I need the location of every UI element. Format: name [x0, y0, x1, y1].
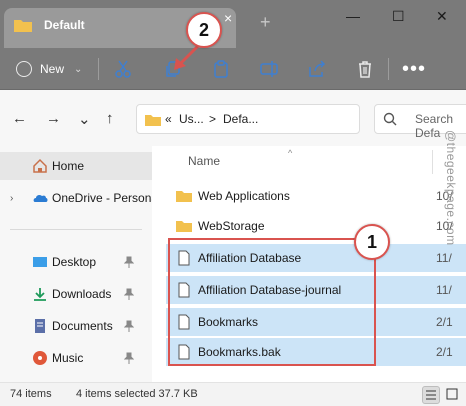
- pin-icon: [124, 256, 134, 268]
- toolbar-divider: [98, 58, 99, 80]
- watermark: @thegeekpage.com: [444, 130, 458, 246]
- tab-title: Default: [44, 18, 85, 32]
- file-name: WebStorage: [198, 219, 265, 233]
- step-badge-2: 2: [186, 12, 222, 48]
- address-row: ← → ⌄ ↑ « Us... > Defa... Search Defa: [0, 90, 466, 146]
- breadcrumb-users[interactable]: Us...: [179, 112, 204, 126]
- recent-locations-chevron-icon[interactable]: ⌄: [78, 110, 91, 128]
- tiles-view-button[interactable]: [444, 386, 462, 404]
- details-view-button[interactable]: [422, 386, 440, 404]
- sidebar-item-label: Home: [52, 159, 85, 173]
- onedrive-icon: [33, 194, 48, 202]
- folder-icon: [176, 221, 192, 232]
- breadcrumb-default[interactable]: Defa...: [223, 112, 258, 126]
- sidebar-item-downloads[interactable]: Downloads: [0, 280, 152, 308]
- title-bar: Default × + — ☐ ✕: [0, 0, 466, 48]
- close-button[interactable]: ✕: [436, 8, 448, 25]
- back-button[interactable]: ←: [12, 110, 27, 127]
- new-label: New: [40, 62, 65, 76]
- paste-icon[interactable]: [210, 58, 232, 80]
- breadcrumb-separator: >: [209, 112, 217, 126]
- tiles-view-icon: [446, 388, 458, 400]
- column-divider[interactable]: [432, 150, 433, 174]
- home-icon: [33, 158, 47, 173]
- up-button[interactable]: ↑: [106, 110, 114, 127]
- new-icon: [16, 61, 32, 77]
- selection-highlight-box: [168, 238, 376, 366]
- chevron-right-icon[interactable]: ›: [10, 193, 13, 204]
- folder-icon: [14, 20, 32, 32]
- pin-icon: [124, 288, 134, 300]
- sidebar-item-label: Downloads: [52, 287, 112, 301]
- list-item[interactable]: Web Applications 10/: [166, 182, 466, 210]
- delete-icon[interactable]: [354, 58, 376, 80]
- list-item[interactable]: WebStorage 10/: [166, 212, 466, 240]
- step-badge-1: 1: [354, 224, 390, 260]
- sidebar-item-label: OneDrive - Personal: [52, 191, 152, 205]
- desktop-icon: [33, 257, 47, 267]
- more-options-button[interactable]: •••: [402, 58, 426, 81]
- sidebar-item-home[interactable]: Home: [0, 152, 152, 180]
- sidebar-divider: [10, 229, 142, 230]
- search-icon: [383, 112, 397, 126]
- details-view-icon: [426, 390, 436, 400]
- toolbar-divider: [388, 58, 389, 80]
- sidebar-item-label: Desktop: [52, 255, 97, 269]
- sidebar-item-label: Documents: [52, 319, 113, 333]
- forward-button[interactable]: →: [46, 110, 61, 127]
- new-tab-button[interactable]: +: [260, 12, 271, 33]
- music-icon: [33, 351, 47, 365]
- chevron-down-icon: ⌄: [74, 63, 83, 75]
- share-icon[interactable]: [306, 58, 328, 80]
- breadcrumb-overflow[interactable]: «: [165, 112, 172, 126]
- documents-icon: [35, 319, 45, 333]
- tab-close-button[interactable]: ×: [224, 10, 232, 26]
- folder-icon: [176, 191, 192, 202]
- sidebar-item-documents[interactable]: Documents: [0, 312, 152, 340]
- sidebar-item-music[interactable]: Music: [0, 344, 152, 372]
- rename-icon[interactable]: [258, 58, 280, 80]
- sidebar-item-desktop[interactable]: Desktop: [0, 248, 152, 276]
- pin-icon: [124, 320, 134, 332]
- navigation-pane: Home › OneDrive - Personal Desktop Downl…: [0, 146, 152, 382]
- downloads-icon: [34, 288, 46, 301]
- item-count: 74 items: [10, 388, 52, 400]
- folder-icon: [145, 115, 161, 126]
- cut-icon[interactable]: [112, 58, 134, 80]
- sidebar-item-onedrive[interactable]: › OneDrive - Personal: [0, 184, 152, 212]
- new-button[interactable]: New ⌄: [16, 59, 82, 79]
- sidebar-item-label: Music: [52, 351, 84, 365]
- command-bar: New ⌄ •••: [0, 48, 466, 90]
- minimize-button[interactable]: —: [346, 8, 360, 24]
- column-header-name[interactable]: Name: [188, 154, 220, 168]
- selection-info: 4 items selected 37.7 KB: [76, 388, 198, 400]
- pin-icon: [124, 352, 134, 364]
- sort-indicator-icon: ^: [288, 148, 293, 158]
- status-bar: 74 items 4 items selected 37.7 KB: [0, 382, 466, 406]
- address-bar[interactable]: « Us... > Defa...: [136, 104, 360, 134]
- file-name: Web Applications: [198, 189, 290, 203]
- maximize-button[interactable]: ☐: [392, 8, 405, 25]
